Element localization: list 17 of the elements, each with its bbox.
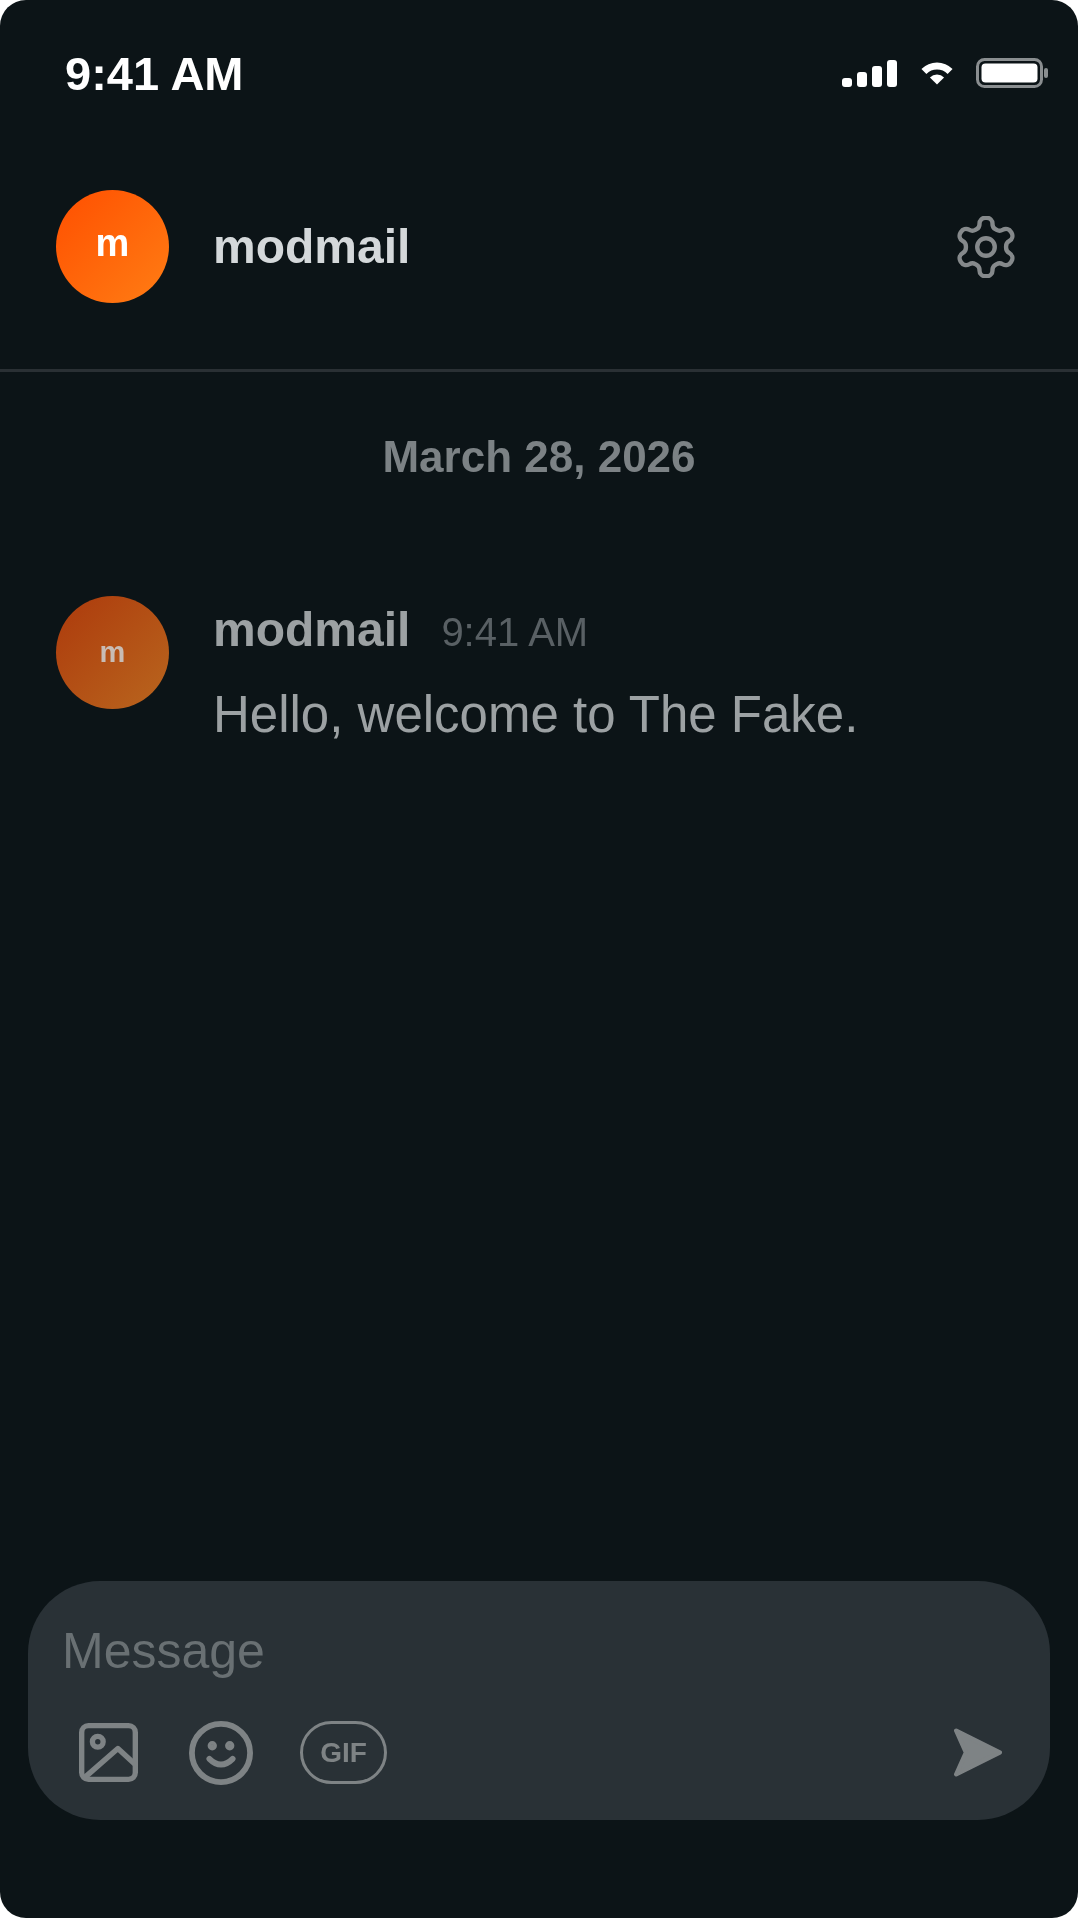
chat-title: modmail (213, 219, 411, 274)
image-icon[interactable] (79, 1723, 138, 1782)
avatar: m (56, 596, 169, 709)
settings-icon[interactable] (955, 215, 1017, 278)
send-icon[interactable] (954, 1728, 1002, 1777)
emoji-icon[interactable] (189, 1720, 253, 1785)
message-input[interactable]: Message (62, 1621, 1002, 1681)
message-text: Hello, welcome to The Fake. (213, 685, 859, 745)
wifi-icon (921, 61, 953, 85)
avatar: m (56, 190, 169, 303)
author-name: modmail (213, 602, 411, 657)
message-time: 9:41 AM (441, 610, 589, 655)
status-time: 9:41 AM (65, 45, 244, 101)
gif-button[interactable]: GIF (300, 1721, 387, 1784)
date-separator: March 28, 2026 (382, 432, 696, 482)
signal-icon (842, 59, 897, 87)
battery-icon (976, 58, 1048, 88)
